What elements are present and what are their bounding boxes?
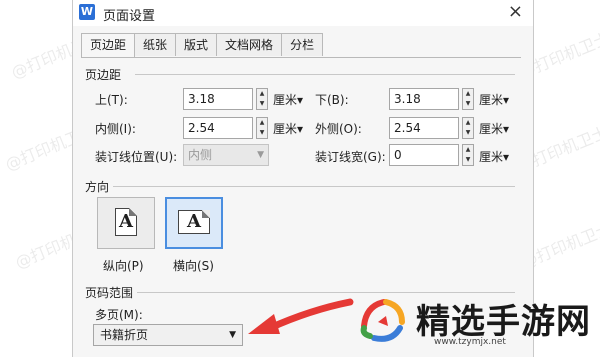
- close-button[interactable]: ×: [508, 2, 523, 22]
- wps-writer-icon: W: [79, 4, 95, 20]
- chevron-down-icon: ▼: [257, 150, 264, 160]
- divider: [135, 74, 515, 75]
- gutter-position-value: 内侧: [188, 148, 213, 162]
- multiple-pages-select[interactable]: 书籍折页 ▼: [93, 324, 243, 346]
- top-margin-unit-dropdown[interactable]: 厘米▾: [273, 91, 303, 108]
- tab-document-grid[interactable]: 文档网格: [216, 33, 283, 56]
- tab-paper[interactable]: 纸张: [134, 33, 177, 56]
- orientation-section-title: 方向: [85, 180, 110, 194]
- gutter-position-label: 装订线位置(U):: [95, 150, 178, 164]
- brand-logo-icon: [360, 299, 405, 342]
- title-bar: W 页面设置 ×: [73, 0, 533, 26]
- bottom-margin-label: 下(B):: [315, 93, 349, 107]
- outside-margin-stepper[interactable]: ▲ ▼: [462, 117, 474, 139]
- brand-name: 精选手游网: [416, 302, 591, 342]
- top-margin-stepper[interactable]: ▲ ▼: [256, 88, 268, 110]
- inside-margin-stepper[interactable]: ▲ ▼: [256, 117, 268, 139]
- chevron-down-icon: ▼: [229, 330, 236, 340]
- portrait-option[interactable]: A: [97, 197, 155, 249]
- gutter-width-stepper[interactable]: ▲ ▼: [462, 144, 474, 166]
- inside-margin-label: 内侧(I):: [95, 122, 136, 136]
- tab-strip: 页边距 纸张 版式 文档网格 分栏: [81, 33, 324, 58]
- top-margin-label: 上(T):: [95, 93, 128, 107]
- landscape-option[interactable]: A: [165, 197, 223, 249]
- bottom-margin-stepper[interactable]: ▲ ▼: [462, 88, 474, 110]
- landscape-page-icon: A: [178, 210, 210, 234]
- gutter-width-unit-dropdown[interactable]: 厘米▾: [479, 148, 509, 165]
- portrait-page-icon: A: [115, 208, 137, 236]
- inside-margin-unit-dropdown[interactable]: 厘米▾: [273, 120, 303, 137]
- multiple-pages-label: 多页(M):: [95, 308, 143, 322]
- outside-margin-label: 外侧(O):: [315, 122, 362, 136]
- bottom-margin-unit-dropdown[interactable]: 厘米▾: [479, 91, 509, 108]
- tab-layout[interactable]: 版式: [175, 33, 218, 56]
- gutter-position-select: 内侧 ▼: [183, 144, 269, 166]
- page-range-section-title: 页码范围: [85, 286, 134, 300]
- tab-columns[interactable]: 分栏: [281, 33, 324, 56]
- divider: [113, 186, 515, 187]
- brand-url: www.tzymjx.net: [434, 337, 506, 347]
- portrait-label[interactable]: 纵向(P): [103, 257, 144, 274]
- top-margin-input[interactable]: 3.18: [183, 88, 253, 110]
- gutter-width-label: 装订线宽(G):: [315, 150, 386, 164]
- dialog-title: 页面设置: [103, 9, 156, 24]
- brand-watermark: 精选手游网 www.tzymjx.net: [356, 292, 596, 352]
- landscape-label[interactable]: 横向(S): [173, 257, 214, 274]
- bottom-margin-input[interactable]: 3.18: [389, 88, 459, 110]
- tab-margins[interactable]: 页边距: [81, 33, 136, 58]
- outside-margin-input[interactable]: 2.54: [389, 117, 459, 139]
- outside-margin-unit-dropdown[interactable]: 厘米▾: [479, 120, 509, 137]
- multiple-pages-value: 书籍折页: [100, 328, 149, 342]
- gutter-width-input[interactable]: 0: [389, 144, 459, 166]
- margins-section-title: 页边距: [85, 68, 122, 82]
- inside-margin-input[interactable]: 2.54: [183, 117, 253, 139]
